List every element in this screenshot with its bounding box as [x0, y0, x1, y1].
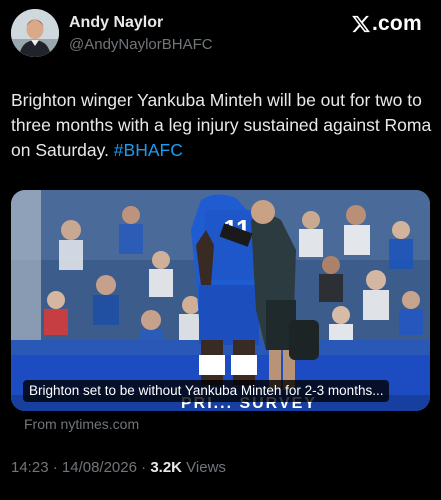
hashtag-link[interactable]: #BHAFC [114, 140, 183, 160]
meta-separator: · [48, 459, 62, 476]
avatar-image [11, 9, 59, 57]
author-name[interactable]: Andy Naylor [69, 14, 163, 32]
brand-logo: .com [351, 11, 422, 37]
link-preview-card[interactable]: PRI... SURVEY 11 Brighton set to be with… [11, 190, 430, 411]
tweet-time[interactable]: 14:23 [11, 459, 49, 476]
author-handle[interactable]: @AndyNaylorBHAFC [69, 36, 213, 53]
brand-text: .com [372, 12, 422, 35]
tweet-meta: 14:23 · 14/08/2026 · 3.2K Views [11, 459, 226, 476]
views-label: Views [182, 459, 226, 476]
article-image: PRI... SURVEY 11 [11, 190, 430, 411]
avatar[interactable] [11, 9, 59, 57]
tweet-date[interactable]: 14/08/2026 [62, 459, 137, 476]
views-count: 3.2K [150, 459, 182, 476]
link-source[interactable]: From nytimes.com [24, 416, 139, 432]
tweet-body: Brighton winger Yankuba Minteh will be o… [11, 90, 432, 160]
meta-separator: · [136, 459, 151, 476]
tweet-text: Brighton winger Yankuba Minteh will be o… [11, 88, 436, 163]
x-logo-icon [352, 15, 371, 33]
link-preview-title[interactable]: Brighton set to be without Yankuba Minte… [23, 380, 390, 402]
